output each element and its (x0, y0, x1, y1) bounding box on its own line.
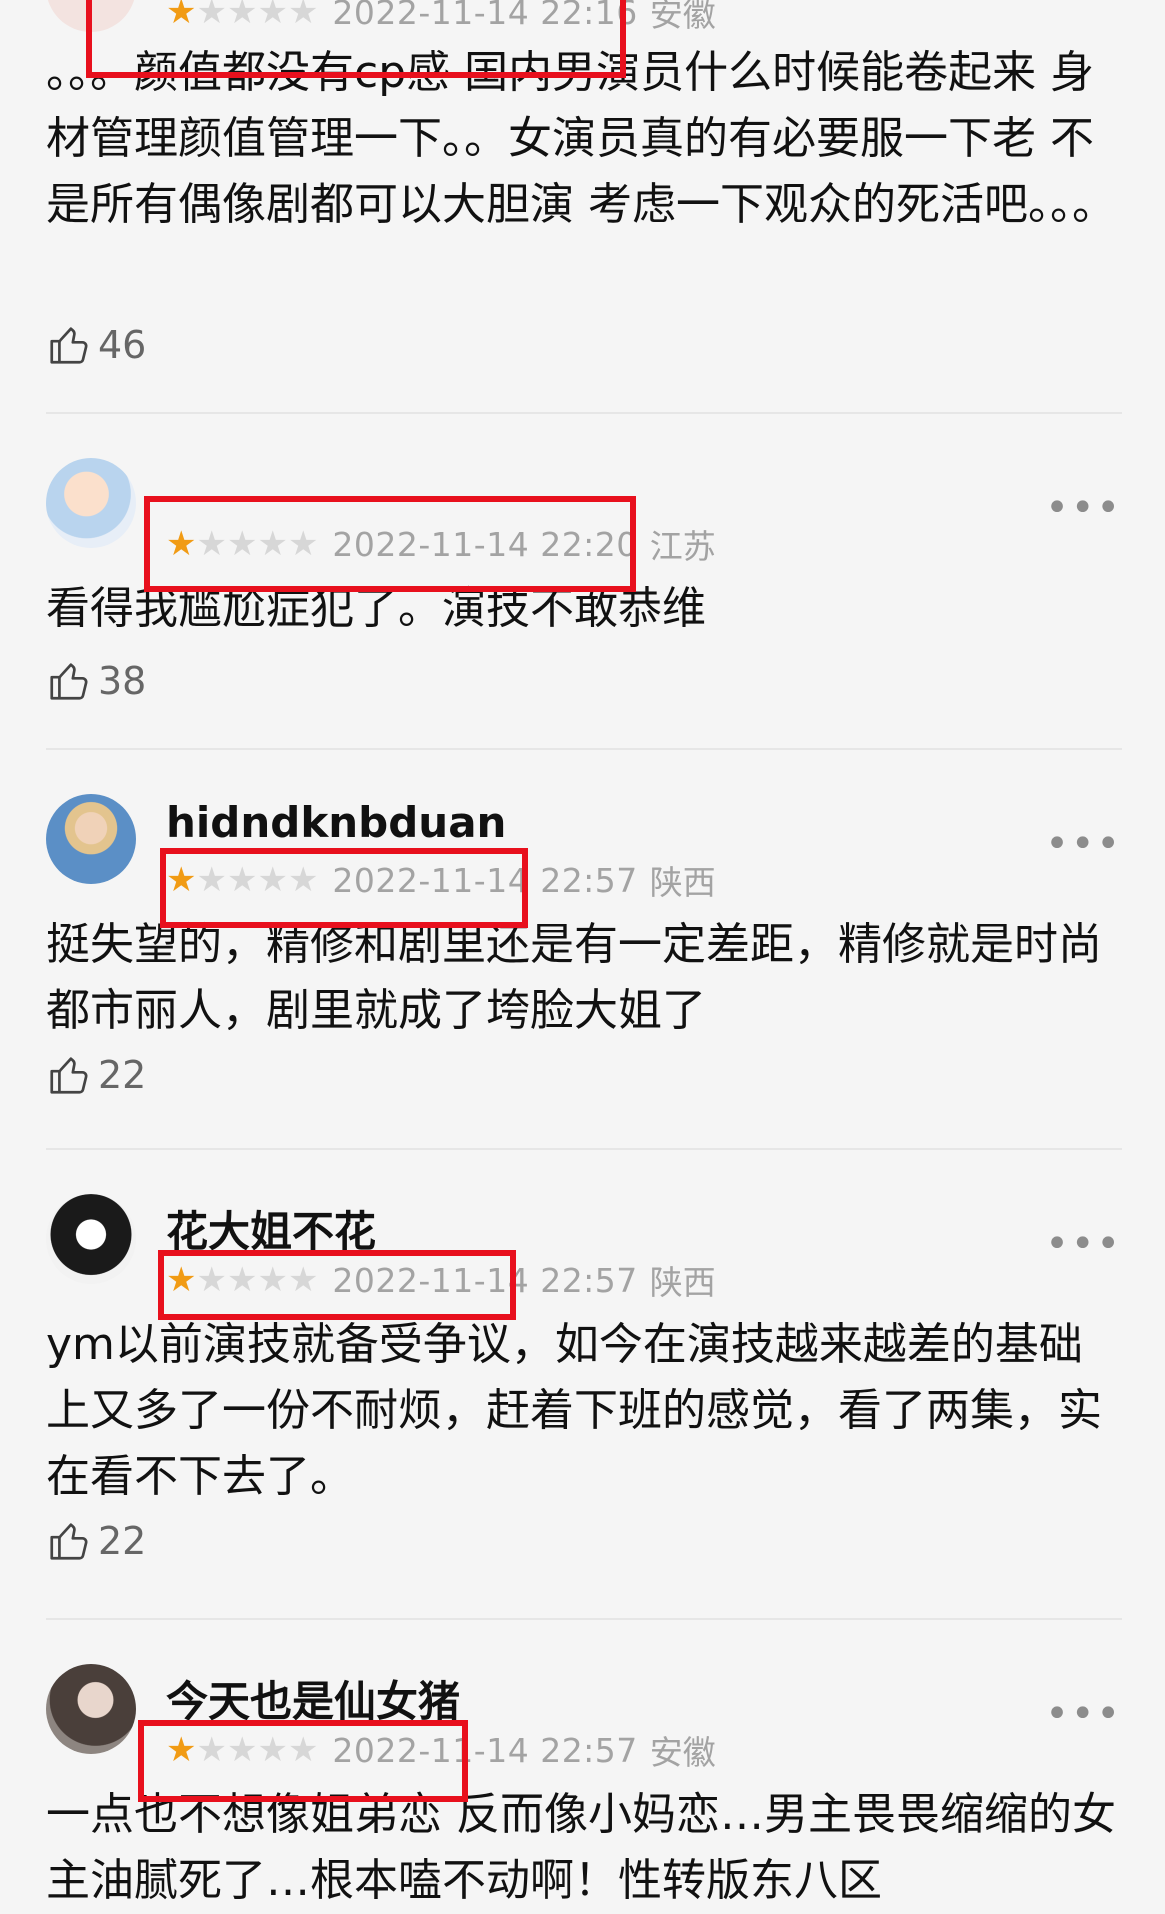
more-options-button[interactable]: ••• (1045, 1694, 1122, 1734)
red-highlight-box (158, 1250, 516, 1320)
avatar[interactable] (46, 794, 136, 884)
thumbs-up-icon (50, 327, 88, 364)
red-highlight-box (86, 0, 626, 78)
review-region: 安徽 (649, 0, 716, 34)
like-count: 46 (98, 323, 147, 367)
red-highlight-box (160, 848, 528, 928)
avatar[interactable] (46, 458, 136, 548)
divider (46, 412, 1122, 414)
like-button[interactable]: 22 (46, 1516, 146, 1566)
divider (46, 1148, 1122, 1150)
red-highlight-box (144, 496, 636, 592)
divider (46, 1618, 1122, 1620)
like-button[interactable]: 46 (46, 320, 146, 370)
like-count: 22 (98, 1053, 147, 1097)
review-item: hidndknbduan ••• ★ ★ ★ ★ ★ 2022-11-14 22… (46, 794, 1122, 1124)
review-region: 安徽 (649, 1733, 716, 1772)
thumbs-up-icon (50, 1057, 88, 1094)
more-options-button[interactable]: ••• (1045, 824, 1122, 864)
like-button[interactable]: 22 (46, 1050, 146, 1100)
avatar[interactable] (46, 1664, 136, 1754)
avatar[interactable] (46, 1194, 136, 1284)
like-count: 22 (98, 1519, 147, 1563)
username[interactable]: hidndknbduan (166, 798, 506, 847)
thumbs-up-icon (50, 1523, 88, 1560)
more-options-button[interactable]: ••• (1045, 488, 1122, 528)
thumbs-up-icon (50, 663, 88, 700)
red-highlight-box (138, 1720, 468, 1802)
like-button[interactable]: 38 (46, 656, 146, 706)
review-text: ym以前演技就备受争议，如今在演技越来越差的基础上又多了一份不耐烦，赶着下班的感… (46, 1319, 1102, 1502)
review-region: 江苏 (649, 527, 716, 566)
review-region: 陕西 (649, 863, 716, 902)
review-region: 陕西 (649, 1263, 716, 1302)
review-text: 挺失望的，精修和剧里还是有一定差距，精修就是时尚都市丽人，剧里就成了垮脸大姐了 (46, 919, 1102, 1036)
more-options-button[interactable]: ••• (1045, 1224, 1122, 1264)
like-count: 38 (98, 659, 147, 703)
divider (46, 748, 1122, 750)
